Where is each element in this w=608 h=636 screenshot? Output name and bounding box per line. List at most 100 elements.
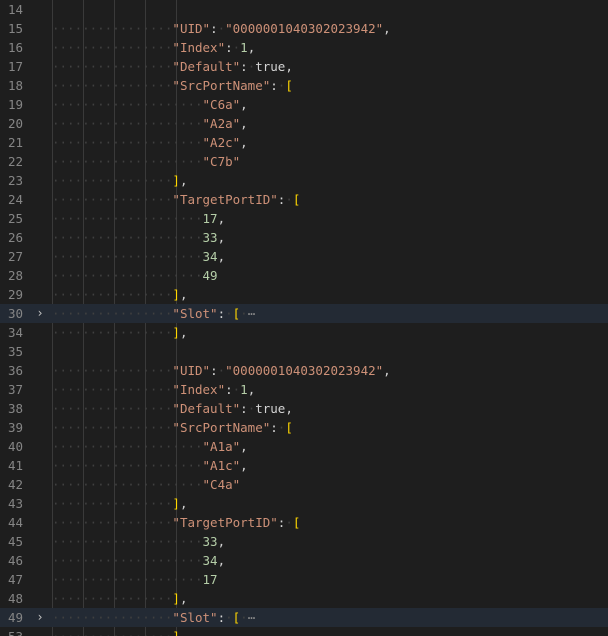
code-content[interactable]: ····················49 xyxy=(52,266,218,285)
code-line[interactable]: 17 ················"Default":·true, xyxy=(0,57,608,76)
code-line[interactable]: 42 ····················"C4a" xyxy=(0,475,608,494)
code-line[interactable]: 15 ················"UID":·"00000010403020… xyxy=(0,19,608,38)
code-line[interactable]: 49 › ················"Slot":·[·⋯ xyxy=(0,608,608,627)
code-content[interactable]: ················"Default":·true, xyxy=(52,399,293,418)
line-number: 29 xyxy=(8,287,24,302)
code-content[interactable]: ················"Slot":·[·⋯ xyxy=(52,608,255,627)
whitespace-marker: ················ xyxy=(52,401,173,416)
code-token: :· xyxy=(270,78,286,93)
code-token: , xyxy=(179,173,188,188)
line-number: 15 xyxy=(8,21,24,36)
code-line[interactable]: 21 ····················"A2c", xyxy=(0,133,608,152)
code-token: "0000001040302023942" xyxy=(225,363,384,378)
code-content[interactable]: ················"UID":·"0000001040302023… xyxy=(52,361,391,380)
code-line[interactable]: 29 ················], xyxy=(0,285,608,304)
code-content[interactable]: ················"SrcPortName":·[ xyxy=(52,418,293,437)
whitespace-marker: ················ xyxy=(52,629,172,636)
code-content[interactable]: ····················"C4a" xyxy=(52,475,240,494)
line-number: 44 xyxy=(8,515,24,530)
code-content[interactable]: ····················17 xyxy=(52,570,218,589)
code-content[interactable]: ················"Default":·true, xyxy=(52,57,293,76)
code-line[interactable]: 20 ····················"A2a", xyxy=(0,114,608,133)
code-token: "0000001040302023942" xyxy=(225,21,384,36)
code-content[interactable]: ····················"A2a", xyxy=(52,114,248,133)
whitespace-marker: ················ xyxy=(52,382,173,397)
code-content[interactable]: ····················"C6a", xyxy=(52,95,248,114)
whitespace-marker: ················ xyxy=(52,40,173,55)
chevron-right-icon[interactable]: › xyxy=(34,608,46,627)
code-content[interactable]: ················"TargetPortID":·[ xyxy=(52,190,300,209)
code-content[interactable]: ················"Index":·1, xyxy=(52,38,255,57)
code-token: "TargetPortID" xyxy=(172,192,278,207)
code-line[interactable]: 24 ················"TargetPortID":·[ xyxy=(0,190,608,209)
code-line[interactable]: 36 ················"UID":·"00000010403020… xyxy=(0,361,608,380)
code-line[interactable]: 28 ····················49 xyxy=(0,266,608,285)
code-content[interactable]: ················], xyxy=(52,323,187,342)
code-content[interactable]: ················], xyxy=(52,285,187,304)
code-token: "A2a" xyxy=(202,116,241,131)
line-number: 53 xyxy=(8,627,36,636)
code-line[interactable]: 37 ················"Index":·1, xyxy=(0,380,608,399)
code-line[interactable]: 45 ····················33, xyxy=(0,532,608,551)
code-line[interactable]: 48 ················], xyxy=(0,589,608,608)
code-line[interactable]: 43 ················], xyxy=(0,494,608,513)
code-content[interactable]: ····················34, xyxy=(52,551,225,570)
code-line[interactable]: 53 ················], xyxy=(0,627,608,636)
code-line[interactable]: 44 ················"TargetPortID":·[ xyxy=(0,513,608,532)
line-number: 42 xyxy=(8,477,24,492)
code-content[interactable]: ················"TargetPortID":·[ xyxy=(52,513,300,532)
code-line[interactable]: 40 ····················"A1a", xyxy=(0,437,608,456)
code-token: "TargetPortID" xyxy=(172,515,278,530)
code-content[interactable]: ················"Index":·1, xyxy=(52,380,255,399)
whitespace-marker: ···················· xyxy=(52,534,203,549)
code-content[interactable]: ················], xyxy=(52,171,187,190)
code-editor[interactable]: 14 15 ················"UID":·"000000104030… xyxy=(0,0,608,636)
code-line[interactable]: 18 ················"SrcPortName":·[ xyxy=(0,76,608,95)
code-line[interactable]: 46 ····················34, xyxy=(0,551,608,570)
code-token: , xyxy=(240,135,248,150)
code-line[interactable]: 25 ····················17, xyxy=(0,209,608,228)
whitespace-marker: ···················· xyxy=(52,154,203,169)
code-line[interactable]: 22 ····················"C7b" xyxy=(0,152,608,171)
line-number: 20 xyxy=(8,116,24,131)
line-number: 35 xyxy=(8,344,24,359)
code-content[interactable]: ················"SrcPortName":·[ xyxy=(52,76,293,95)
code-token: :· xyxy=(225,40,241,55)
code-content[interactable]: ····················34, xyxy=(52,247,225,266)
code-token: :· xyxy=(217,306,233,321)
code-content[interactable]: ····················33, xyxy=(52,532,225,551)
code-line[interactable]: 27 ····················34, xyxy=(0,247,608,266)
code-line[interactable]: 23 ················], xyxy=(0,171,608,190)
code-line[interactable]: 47 ····················17 xyxy=(0,570,608,589)
code-content[interactable]: ················], xyxy=(52,627,187,636)
code-line[interactable]: 30 › ················"Slot":·[·⋯ xyxy=(0,304,608,323)
whitespace-marker: ················ xyxy=(52,515,173,530)
code-line[interactable]: 26 ····················33, xyxy=(0,228,608,247)
code-token: ·⋯ xyxy=(240,610,256,625)
code-content[interactable]: ················], xyxy=(52,589,187,608)
code-line[interactable]: 16 ················"Index":·1, xyxy=(0,38,608,57)
code-token: :· xyxy=(210,21,226,36)
code-content[interactable]: ····················17, xyxy=(52,209,225,228)
code-content[interactable]: ····················"C7b" xyxy=(52,152,240,171)
code-content[interactable]: ····················"A1c", xyxy=(52,456,248,475)
code-line[interactable]: 19 ····················"C6a", xyxy=(0,95,608,114)
chevron-right-icon[interactable]: › xyxy=(34,304,46,323)
code-line[interactable]: 35 xyxy=(0,342,608,361)
line-number: 21 xyxy=(8,135,24,150)
code-content[interactable]: ················"Slot":·[·⋯ xyxy=(52,304,255,323)
code-token: 17 xyxy=(202,572,218,587)
code-content[interactable]: ····················"A2c", xyxy=(52,133,248,152)
code-line[interactable]: 38 ················"Default":·true, xyxy=(0,399,608,418)
code-token: :· xyxy=(217,610,233,625)
code-line[interactable]: 41 ····················"A1c", xyxy=(0,456,608,475)
code-line[interactable]: 14 xyxy=(0,0,608,19)
whitespace-marker: ················ xyxy=(52,496,173,511)
code-token: ] xyxy=(172,591,180,606)
code-line[interactable]: 34 ················], xyxy=(0,323,608,342)
code-content[interactable]: ····················"A1a", xyxy=(52,437,248,456)
code-content[interactable]: ················], xyxy=(52,494,187,513)
code-line[interactable]: 39 ················"SrcPortName":·[ xyxy=(0,418,608,437)
code-content[interactable]: ····················33, xyxy=(52,228,225,247)
code-content[interactable]: ················"UID":·"0000001040302023… xyxy=(52,19,391,38)
